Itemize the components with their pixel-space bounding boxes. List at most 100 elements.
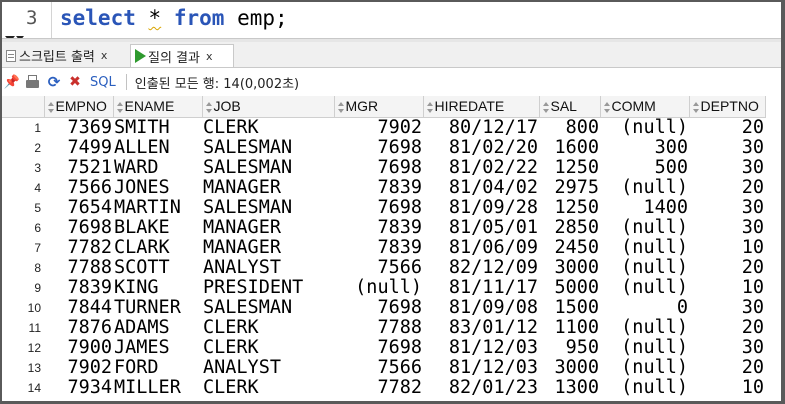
table-row[interactable]: 2 7499 ALLEN SALESMAN 7698 81/02/20 1600 300 30	[2, 137, 765, 158]
cell-mgr[interactable]: 7839	[334, 217, 423, 238]
cell-ename[interactable]: CLARK	[113, 237, 202, 258]
cell-sal[interactable]: 2850	[539, 217, 600, 238]
cell-job[interactable]: SALESMAN	[202, 137, 334, 158]
cell-empno[interactable]: 7788	[44, 257, 113, 278]
cell-empno[interactable]: 7521	[44, 157, 113, 178]
column-header-comm[interactable]: COMM	[600, 96, 690, 118]
cell-job[interactable]: SALESMAN	[202, 157, 334, 178]
sql-code-line[interactable]: select * from emp;	[60, 6, 288, 30]
cell-job[interactable]: SALESMAN	[202, 197, 334, 218]
cell-sal[interactable]: 1100	[539, 317, 600, 338]
cell-hiredate[interactable]: 81/09/28	[423, 197, 539, 218]
cell-comm[interactable]: 300	[600, 137, 689, 158]
cell-mgr[interactable]: 7566	[334, 357, 423, 378]
column-header-deptno[interactable]: DEPTNO	[689, 96, 766, 118]
cell-mgr[interactable]: 7698	[334, 337, 423, 358]
cell-mgr[interactable]: 7839	[334, 237, 423, 258]
sort-icon[interactable]	[47, 101, 54, 114]
table-row[interactable]: 5 7654 MARTIN SALESMAN 7698 81/09/28 1250 1400 3…	[2, 197, 765, 218]
cell-ename[interactable]: ALLEN	[113, 137, 202, 158]
cell-hiredate[interactable]: 80/12/17	[423, 117, 539, 138]
table-row[interactable]: 4 7566 JONES MANAGER 7839 81/04/02 2975 (null) 2…	[2, 177, 765, 198]
cell-comm[interactable]: (null)	[600, 177, 689, 198]
cell-sal[interactable]: 1300	[539, 377, 600, 398]
cell-sal[interactable]: 3000	[539, 257, 600, 278]
sort-icon[interactable]	[116, 101, 123, 114]
clear-icon[interactable]: ✖	[67, 74, 83, 90]
cell-deptno[interactable]: 30	[689, 197, 765, 218]
cell-empno[interactable]: 7934	[44, 377, 113, 398]
cell-mgr[interactable]: (null)	[334, 277, 423, 298]
cell-ename[interactable]: FORD	[113, 357, 202, 378]
cell-sal[interactable]: 1600	[539, 137, 600, 158]
cell-mgr[interactable]: 7788	[334, 317, 423, 338]
cell-deptno[interactable]: 30	[689, 337, 765, 358]
result-grid[interactable]: EMPNO ENAME JOB MGR HIREDATE SAL COMM DEPTNO 17…	[2, 96, 781, 401]
cell-deptno[interactable]: 10	[689, 237, 765, 258]
close-icon[interactable]: x	[101, 49, 108, 62]
cell-deptno[interactable]: 20	[689, 117, 765, 138]
cell-sal[interactable]: 950	[539, 337, 600, 358]
cell-deptno[interactable]: 30	[689, 297, 765, 318]
cell-job[interactable]: CLERK	[202, 117, 334, 138]
cell-job[interactable]: MANAGER	[202, 217, 334, 238]
cell-mgr[interactable]: 7698	[334, 157, 423, 178]
table-row[interactable]: 6 7698 BLAKE MANAGER 7839 81/05/01 2850 (null) 3…	[2, 217, 765, 238]
cell-comm[interactable]: (null)	[600, 357, 689, 378]
sql-button[interactable]: SQL	[90, 75, 116, 90]
tab-query-result[interactable]: 질의 결과 x	[130, 44, 234, 67]
cell-ename[interactable]: MARTIN	[113, 197, 202, 218]
cell-mgr[interactable]: 7566	[334, 257, 423, 278]
column-header-job[interactable]: JOB	[202, 96, 335, 118]
cell-empno[interactable]: 7566	[44, 177, 113, 198]
cell-empno[interactable]: 7782	[44, 237, 113, 258]
cell-job[interactable]: CLERK	[202, 377, 334, 398]
cell-ename[interactable]: BLAKE	[113, 217, 202, 238]
cell-mgr[interactable]: 7698	[334, 137, 423, 158]
sort-icon[interactable]	[603, 101, 610, 114]
cell-comm[interactable]: 500	[600, 157, 689, 178]
column-header-empno[interactable]: EMPNO	[44, 96, 114, 118]
cell-ename[interactable]: KING	[113, 277, 202, 298]
cell-hiredate[interactable]: 81/12/03	[423, 337, 539, 358]
cell-job[interactable]: PRESIDENT	[202, 277, 334, 298]
cell-hiredate[interactable]: 81/04/02	[423, 177, 539, 198]
table-row[interactable]: 1 7369 SMITH CLERK 7902 80/12/17 800 (null) 20	[2, 117, 765, 138]
cell-empno[interactable]: 7499	[44, 137, 113, 158]
table-row[interactable]: 12 7900 JAMES CLERK 7698 81/12/03 950 (null) 30	[2, 337, 765, 358]
table-row[interactable]: 13 7902 FORD ANALYST 7566 81/12/03 3000 (null) 2…	[2, 357, 765, 378]
cell-empno[interactable]: 7900	[44, 337, 113, 358]
cell-hiredate[interactable]: 81/05/01	[423, 217, 539, 238]
cell-empno[interactable]: 7876	[44, 317, 113, 338]
cell-empno[interactable]: 7654	[44, 197, 113, 218]
sort-icon[interactable]	[692, 101, 699, 114]
cell-ename[interactable]: WARD	[113, 157, 202, 178]
cell-mgr[interactable]: 7902	[334, 117, 423, 138]
cell-hiredate[interactable]: 82/12/09	[423, 257, 539, 278]
cell-mgr[interactable]: 7839	[334, 177, 423, 198]
cell-hiredate[interactable]: 81/12/03	[423, 357, 539, 378]
table-row[interactable]: 7 7782 CLARK MANAGER 7839 81/06/09 2450 (null) 1…	[2, 237, 765, 258]
cell-comm[interactable]: (null)	[600, 377, 689, 398]
column-header-ename[interactable]: ENAME	[113, 96, 203, 118]
cell-sal[interactable]: 800	[539, 117, 600, 138]
cell-empno[interactable]: 7902	[44, 357, 113, 378]
cell-job[interactable]: ANALYST	[202, 257, 334, 278]
cell-sal[interactable]: 1250	[539, 157, 600, 178]
sort-icon[interactable]	[426, 101, 433, 114]
cell-sal[interactable]: 5000	[539, 277, 600, 298]
cell-ename[interactable]: JONES	[113, 177, 202, 198]
cell-comm[interactable]: (null)	[600, 117, 689, 138]
sort-icon[interactable]	[542, 101, 549, 114]
cell-hiredate[interactable]: 82/01/23	[423, 377, 539, 398]
sort-icon[interactable]	[205, 101, 212, 114]
close-icon[interactable]: x	[206, 50, 213, 63]
cell-empno[interactable]: 7369	[44, 117, 113, 138]
cell-deptno[interactable]: 30	[689, 137, 765, 158]
cell-sal[interactable]: 2450	[539, 237, 600, 258]
tab-script-output[interactable]: 스크립트 출력 x	[2, 44, 129, 67]
cell-hiredate[interactable]: 81/02/20	[423, 137, 539, 158]
cell-empno[interactable]: 7839	[44, 277, 113, 298]
cell-sal[interactable]: 1500	[539, 297, 600, 318]
cell-ename[interactable]: TURNER	[113, 297, 202, 318]
